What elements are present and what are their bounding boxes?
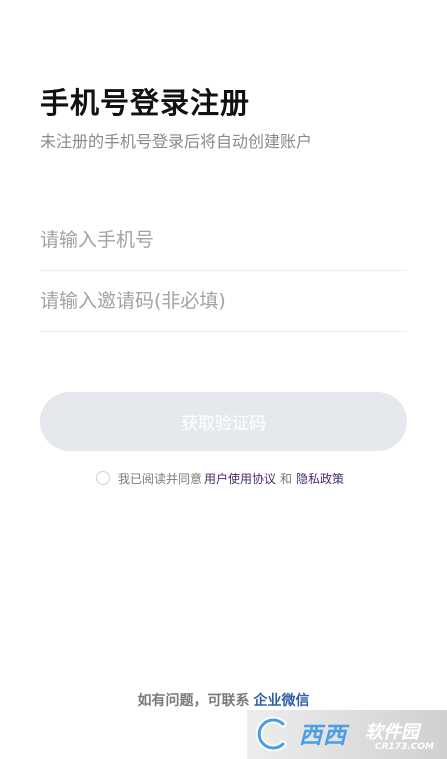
- phone-input[interactable]: [40, 210, 407, 270]
- footer-contact: 如有问题，可联系 企业微信: [0, 690, 447, 710]
- phone-field: [40, 210, 407, 271]
- agreement-prefix: 我已阅读并同意: [118, 471, 203, 486]
- agreement-joiner: 和: [280, 471, 293, 486]
- watermark-logo-icon: [255, 716, 287, 752]
- agreement-row: 我已阅读并同意 用户使用协议 和 隐私政策: [96, 468, 344, 488]
- watermark-brand: 西西: [299, 723, 347, 749]
- wecom-link[interactable]: 企业微信: [254, 693, 310, 709]
- agree-checkbox[interactable]: [96, 471, 110, 485]
- page-subtitle: 未注册的手机号登录后将自动创建账户: [40, 132, 313, 151]
- watermark-suffix: 软件园: [365, 722, 419, 743]
- watermark-domain: CR173.COM: [375, 742, 434, 752]
- get-code-button[interactable]: 获取验证码: [40, 392, 407, 451]
- user-agreement-link[interactable]: 用户使用协议: [204, 470, 276, 487]
- privacy-policy-link[interactable]: 隐私政策: [296, 470, 344, 487]
- footer-text: 如有问题，可联系: [137, 693, 250, 709]
- invite-field: [40, 271, 407, 332]
- watermark: 西西 软件园 CR173.COM: [247, 710, 447, 759]
- invite-code-input[interactable]: [40, 271, 407, 331]
- page-title: 手机号登录注册: [40, 86, 251, 120]
